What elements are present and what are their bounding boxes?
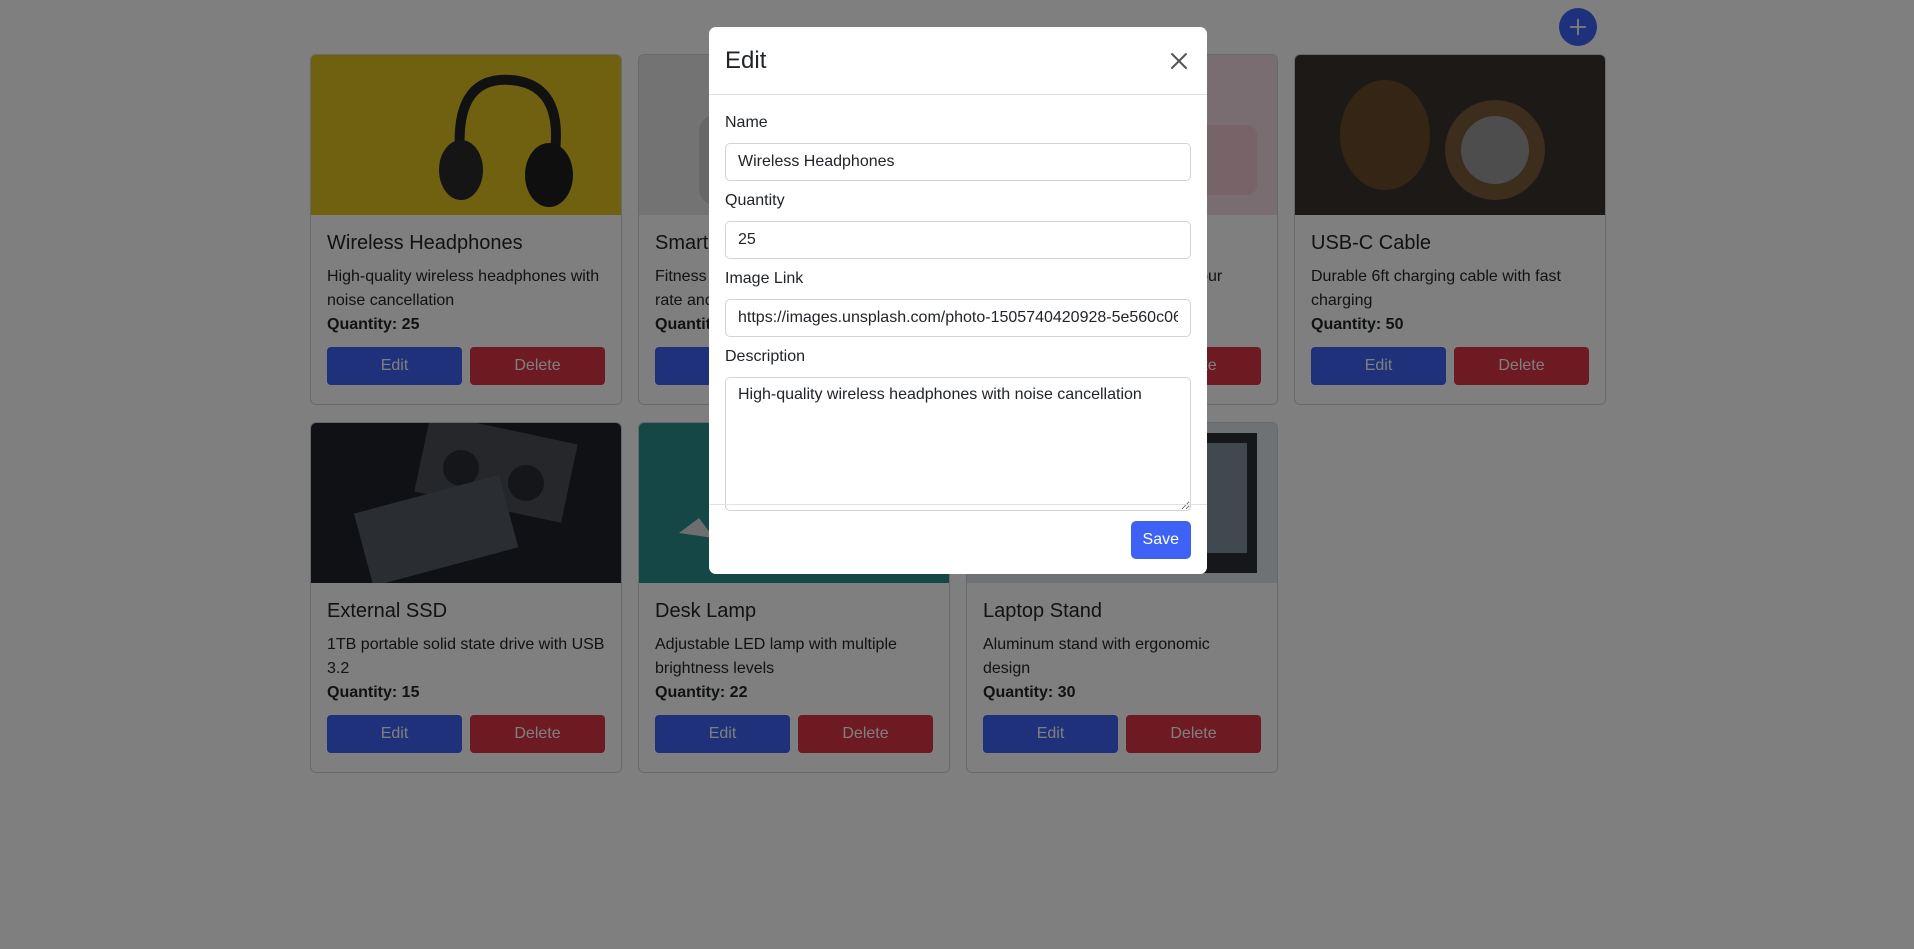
save-button[interactable]: Save [1130,520,1191,559]
image-link-input[interactable] [725,299,1191,337]
name-input[interactable] [725,143,1191,181]
modal-header: Edit [709,27,1207,95]
close-button[interactable] [1167,49,1191,73]
image-link-label: Image Link [725,270,804,287]
quantity-input[interactable] [725,221,1191,259]
description-label: Description [725,348,806,365]
name-label: Name [725,114,768,131]
modal-body: Name Quantity Image Link Description Hig… [709,95,1207,511]
description-textarea[interactable]: High-quality wireless headphones with no… [725,377,1191,511]
modal-footer: Save [709,504,1207,574]
modal-title: Edit [725,46,767,74]
edit-modal: Edit Name Quantity Image Link Descriptio… [709,27,1207,574]
quantity-label: Quantity [725,192,785,209]
close-icon [1171,52,1187,69]
